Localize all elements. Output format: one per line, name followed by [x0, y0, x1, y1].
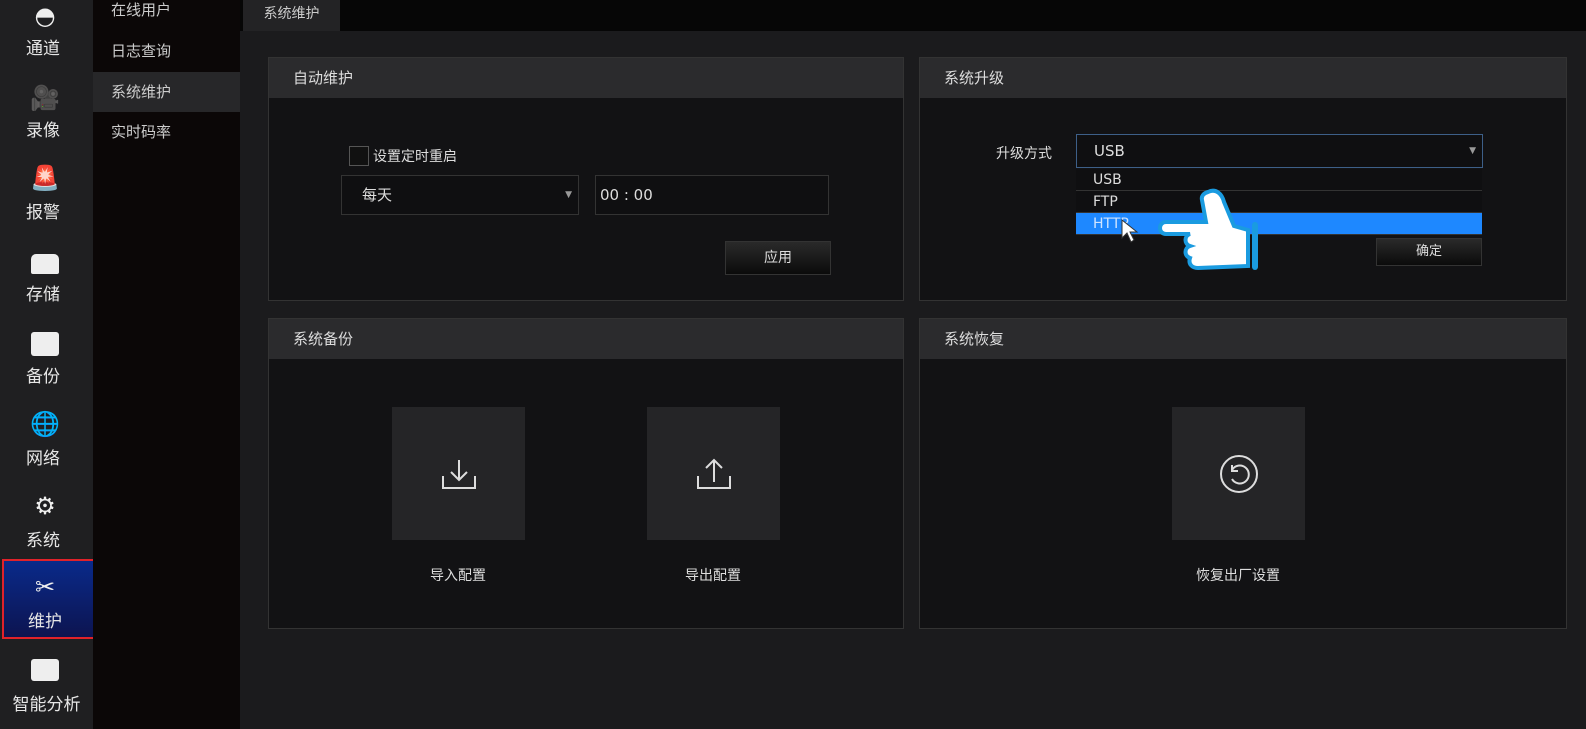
camera-dome-icon: ◓: [34, 2, 56, 30]
nav-label: 备份: [26, 367, 60, 387]
backup-box-icon: [30, 330, 60, 358]
factory-reset-label: 恢复出厂设置: [1196, 568, 1280, 584]
option-usb[interactable]: USB: [1076, 169, 1482, 191]
import-config-button[interactable]: [392, 407, 525, 540]
upgrade-method-label: 升级方式: [996, 146, 1052, 162]
scheduled-reboot-checkbox[interactable]: [349, 146, 369, 166]
upgrade-method-value: USB: [1094, 142, 1125, 160]
nav-label: 维护: [28, 612, 62, 632]
submenu-log-query[interactable]: 日志查询: [93, 31, 240, 71]
checkbox-label: 设置定时重启: [373, 149, 457, 165]
nav-record[interactable]: 🎥 录像: [0, 74, 93, 154]
panel-title: 自动维护: [269, 58, 903, 98]
robot-icon: [30, 656, 60, 684]
tab-system-maintenance[interactable]: 系统维护: [243, 0, 340, 31]
chevron-down-icon: ▼: [565, 190, 572, 200]
frequency-select[interactable]: 每天 ▼: [341, 175, 579, 215]
submenu: 在线用户 日志查询 系统维护 实时码率: [93, 0, 240, 729]
nav-label: 智能分析: [12, 695, 81, 715]
nav-channel[interactable]: ◓ 通道: [0, 0, 93, 72]
system-restore-panel: 系统恢复 恢复出厂设置: [919, 318, 1567, 629]
panel-title: 系统恢复: [920, 319, 1566, 359]
nav-label: 录像: [26, 121, 60, 141]
frequency-value: 每天: [362, 186, 393, 204]
panel-title: 系统备份: [269, 319, 903, 359]
mouse-cursor-icon: [1121, 218, 1139, 243]
tab-bar: [240, 0, 1586, 31]
nav-system[interactable]: ⚙ 系统: [0, 484, 93, 564]
nav-label: 报警: [26, 203, 60, 223]
factory-reset-button[interactable]: [1172, 407, 1305, 540]
option-ftp[interactable]: FTP: [1076, 191, 1482, 213]
upgrade-method-select[interactable]: USB ▼: [1076, 134, 1483, 168]
restore-icon: [1219, 454, 1258, 493]
nav-smart-analysis[interactable]: 智能分析: [0, 648, 93, 728]
import-icon: [441, 459, 476, 489]
submenu-online-users[interactable]: 在线用户: [93, 0, 240, 30]
nav-storage[interactable]: 存储: [0, 238, 93, 318]
submenu-bitrate[interactable]: 实时码率: [93, 112, 240, 152]
video-camera-icon: 🎥: [30, 84, 60, 112]
submenu-system-maintenance[interactable]: 系统维护: [93, 72, 240, 112]
hard-drive-icon: [30, 250, 60, 278]
nav-label: 网络: [26, 449, 60, 469]
tools-icon: ✂: [34, 573, 56, 601]
nav-label: 系统: [26, 531, 60, 551]
apply-button[interactable]: 应用: [725, 241, 831, 275]
time-input[interactable]: 00 : 00: [595, 175, 829, 215]
export-config-label: 导出配置: [685, 568, 741, 584]
globe-icon: 🌐: [30, 410, 60, 438]
nav-alarm[interactable]: 🚨 报警: [0, 156, 93, 236]
nav-network[interactable]: 🌐 网络: [0, 402, 93, 482]
chevron-down-icon: ▼: [1469, 146, 1476, 156]
nav-label: 通道: [26, 39, 60, 59]
nav-maintenance[interactable]: ✂ 维护: [2, 559, 96, 639]
nav-label: 存储: [26, 285, 60, 305]
gear-icon: ⚙: [34, 492, 56, 520]
system-upgrade-panel: 系统升级 升级方式 USB ▼ 确定 USB FTP HTTP: [919, 57, 1567, 301]
export-icon: [696, 458, 731, 489]
system-backup-panel: 系统备份 导入配置 导出配置: [268, 318, 904, 629]
confirm-button[interactable]: 确定: [1376, 238, 1482, 266]
export-config-button[interactable]: [647, 407, 780, 540]
nav-backup[interactable]: 备份: [0, 320, 93, 400]
main-nav: ◓ 通道 🎥 录像 🚨 报警 存储 备份 🌐 网络 ⚙ 系统 ✂ 维护 智能分析: [0, 0, 96, 729]
auto-maintenance-panel: 自动维护 设置定时重启 每天 ▼ 00 : 00 应用: [268, 57, 904, 301]
import-config-label: 导入配置: [430, 568, 486, 584]
alarm-light-icon: 🚨: [30, 164, 60, 192]
panel-title: 系统升级: [920, 58, 1566, 98]
pointing-hand-icon: [1158, 188, 1258, 271]
